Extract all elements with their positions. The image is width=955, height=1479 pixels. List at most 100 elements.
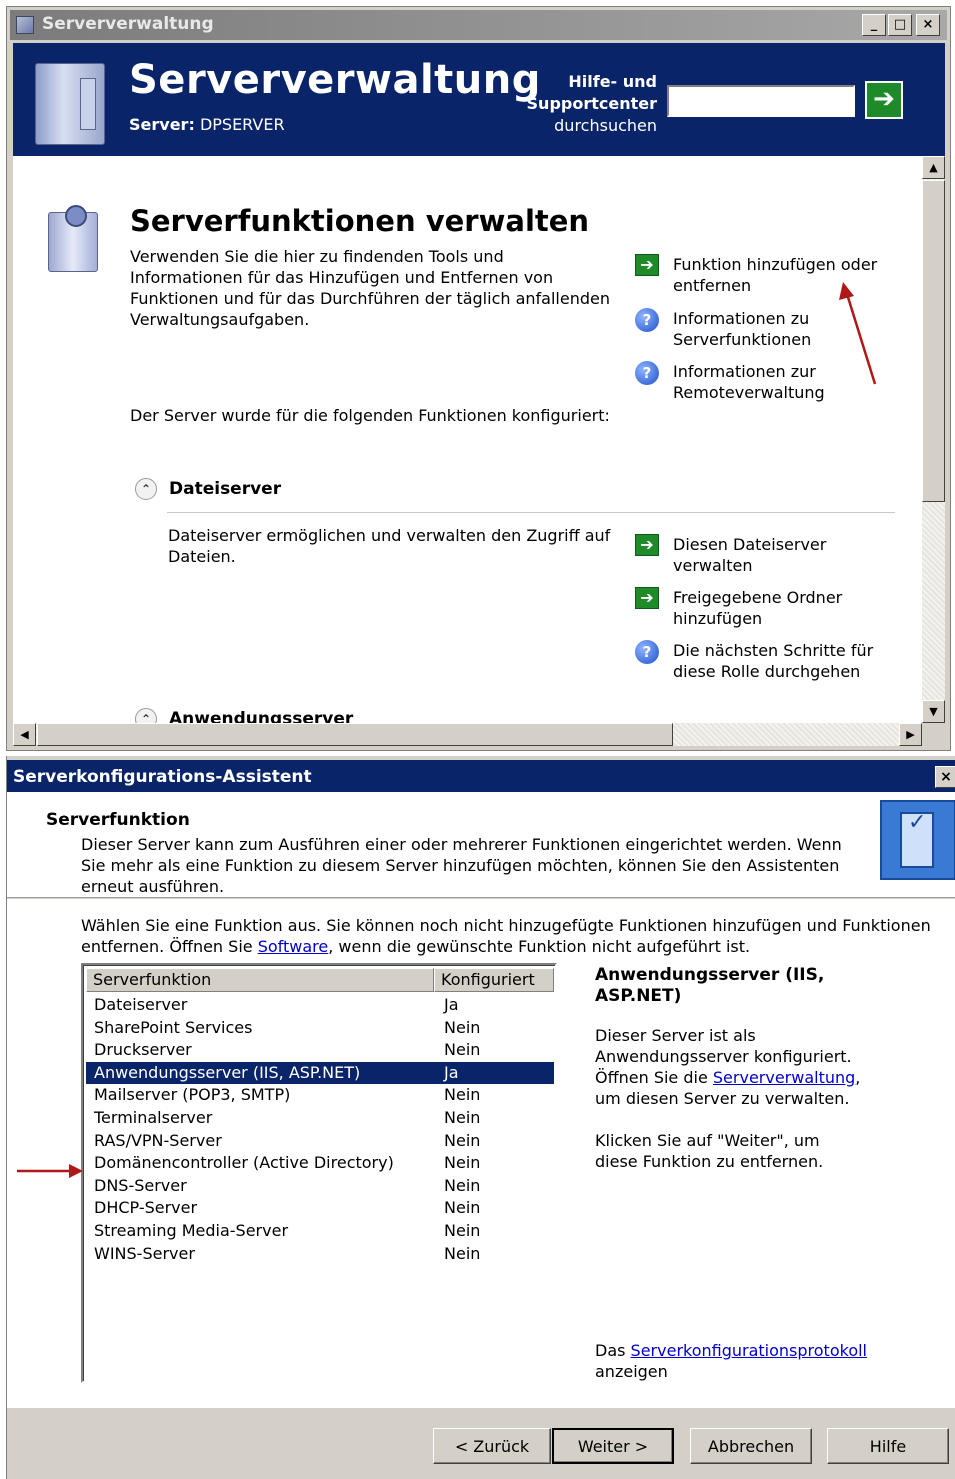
help-line-1: Hilfe- und — [568, 72, 657, 91]
section-title: Dateiserver — [169, 479, 282, 499]
wizard-heading: Serverfunktion — [46, 810, 190, 830]
window-title: Serververwaltung — [42, 14, 214, 34]
green-arrow-icon: ➔ — [635, 254, 659, 276]
server-role-list[interactable]: Serverfunktion Konfiguriert Dateiserver J… — [81, 963, 557, 1383]
page-title: Serverfunktionen verwalten — [130, 204, 590, 238]
role-configured: Ja — [444, 1062, 459, 1082]
server-label: Server: — [129, 115, 195, 134]
table-row[interactable]: RAS/VPN-Server Nein — [86, 1130, 554, 1152]
scroll-left-button[interactable]: ◀ — [13, 723, 36, 746]
scroll-down-button[interactable]: ▼ — [922, 700, 945, 723]
section-title: Anwendungsserver — [169, 709, 354, 723]
server-manager-titlebar[interactable]: Serververwaltung _ □ × — [10, 10, 947, 40]
role-name: Mailserver (POP3, SMTP) — [94, 1085, 291, 1105]
action-label: Die nächsten Schritte für diese Rolle du… — [673, 641, 874, 681]
table-row[interactable]: DNS-Server Nein — [86, 1175, 554, 1197]
go-arrow-icon[interactable]: ➔ — [865, 81, 903, 119]
software-link[interactable]: Software — [258, 937, 329, 956]
intro-text-end: , wenn die gewünschte Funktion nicht auf… — [328, 937, 751, 956]
role-name: Terminalserver — [94, 1108, 213, 1127]
role-name: Streaming Media-Server — [94, 1221, 289, 1240]
role-configured: Nein — [444, 1017, 481, 1037]
table-row[interactable]: SharePoint Services Nein — [86, 1017, 554, 1039]
table-row[interactable]: Terminalserver Nein — [86, 1107, 554, 1129]
help-icon: ? — [635, 361, 659, 385]
role-configured: Nein — [444, 1175, 481, 1195]
vertical-scrollbar[interactable]: ▲ ▼ — [922, 156, 945, 723]
table-row[interactable]: Streaming Media-Server Nein — [86, 1220, 554, 1242]
section-anwendungsserver-header[interactable]: ⌃ Anwendungsserver — [135, 708, 353, 723]
config-log-link[interactable]: Serverkonfigurationsprotokoll — [631, 1341, 867, 1360]
column-header-role[interactable]: Serverfunktion — [86, 968, 434, 992]
close-button[interactable]: × — [916, 14, 940, 36]
role-name: Dateiserver — [94, 995, 188, 1014]
role-name: Druckserver — [94, 1040, 192, 1060]
action-next-steps[interactable]: ? Die nächsten Schritte für diese Rolle … — [635, 640, 885, 682]
collapse-icon[interactable]: ⌃ — [135, 708, 157, 723]
scroll-up-button[interactable]: ▲ — [922, 156, 945, 179]
server-manager-header: Serververwaltung Server: DPSERVER Hilfe-… — [13, 43, 945, 156]
config-wizard-window: Serverkonfigurations-Assistent × Serverf… — [6, 756, 955, 1479]
wizard-description: Dieser Server kann zum Ausführen einer o… — [81, 835, 842, 896]
wizard-titlebar[interactable]: Serverkonfigurations-Assistent × — [7, 760, 955, 792]
table-row[interactable]: DHCP-Server Nein — [86, 1197, 554, 1219]
action-add-shared-folder[interactable]: ➔ Freigegebene Ordner hinzufügen — [635, 587, 885, 629]
role-name: RAS/VPN-Server — [94, 1130, 222, 1150]
wizard-header: Serverfunktion Dieser Server kann zum Au… — [7, 792, 955, 898]
table-row[interactable]: Domänencontroller (Active Directory) Nein — [86, 1152, 554, 1174]
back-button[interactable]: < Zurück — [433, 1428, 551, 1464]
annotation-arrow — [17, 1164, 83, 1178]
minimize-button[interactable]: _ — [862, 14, 886, 36]
table-row[interactable]: Dateiserver Ja — [86, 994, 554, 1016]
role-configured: Nein — [444, 1040, 481, 1060]
cancel-button[interactable]: Abbrechen — [690, 1428, 812, 1464]
scroll-right-button[interactable]: ▶ — [899, 723, 922, 746]
section-dateiserver-header[interactable]: ⌃ Dateiserver — [135, 478, 281, 500]
log-text-end: anzeigen — [595, 1362, 668, 1381]
collapse-icon[interactable]: ⌃ — [135, 478, 157, 500]
help-line-3: durchsuchen — [554, 116, 657, 135]
role-name: DNS-Server — [94, 1175, 187, 1195]
role-configured: Nein — [444, 1221, 481, 1240]
server-manager-content: Serverfunktionen verwalten Verwenden Sie… — [13, 156, 922, 723]
role-configured: Nein — [444, 1108, 481, 1127]
table-row[interactable]: WINS-Server Nein — [86, 1243, 554, 1265]
remove-hint: Klicken Sie auf "Weiter", um diese Funkt… — [595, 1131, 824, 1171]
table-row[interactable]: Mailserver (POP3, SMTP) Nein — [86, 1084, 554, 1106]
server-manager-app-icon — [16, 16, 34, 34]
role-detail-text: Dieser Server ist als Anwendungsserver k… — [595, 1025, 891, 1109]
close-button[interactable]: × — [935, 766, 955, 788]
help-search-input[interactable] — [667, 85, 855, 117]
action-manage-fileserver[interactable]: ➔ Diesen Dateiserver verwalten — [635, 534, 885, 576]
server-icon — [35, 63, 105, 145]
log-hint: Das Serverkonfigurationsprotokoll anzeig… — [595, 1340, 895, 1382]
horizontal-scrollbar[interactable]: ◀ ▶ — [13, 723, 922, 746]
role-configured: Nein — [444, 1085, 481, 1105]
maximize-button[interactable]: □ — [888, 14, 912, 36]
role-name: Anwendungsserver (IIS, ASP.NET) — [94, 1062, 361, 1082]
action-label: Freigegebene Ordner hinzufügen — [673, 588, 843, 628]
column-header-configured[interactable]: Konfiguriert — [434, 968, 554, 992]
table-row[interactable]: Anwendungsserver (IIS, ASP.NET) Ja — [86, 1061, 554, 1084]
server-manager-link[interactable]: Serververwaltung — [713, 1068, 855, 1087]
next-button[interactable]: Weiter > — [552, 1428, 674, 1464]
hscroll-thumb[interactable] — [37, 723, 673, 746]
role-configured: Nein — [444, 1153, 481, 1173]
role-name: WINS-Server — [94, 1243, 195, 1263]
role-configured: Ja — [444, 995, 459, 1014]
scroll-thumb[interactable] — [922, 180, 945, 502]
wizard-checklist-icon — [880, 800, 955, 880]
section-divider — [167, 512, 895, 513]
annotation-arrow — [839, 282, 877, 385]
server-manager-window: Serververwaltung _ □ × Serververwaltung … — [6, 6, 951, 751]
log-text: Das — [595, 1341, 631, 1360]
list-header: Serverfunktion Konfiguriert — [86, 968, 554, 992]
role-name: Domänencontroller (Active Directory) — [94, 1153, 394, 1173]
role-name: SharePoint Services — [94, 1017, 253, 1037]
green-arrow-icon: ➔ — [635, 534, 659, 556]
table-row[interactable]: Druckserver Nein — [86, 1039, 554, 1061]
help-button[interactable]: Hilfe — [827, 1428, 949, 1464]
green-arrow-icon: ➔ — [635, 587, 659, 609]
server-name: DPSERVER — [199, 115, 285, 134]
help-icon: ? — [635, 640, 659, 664]
